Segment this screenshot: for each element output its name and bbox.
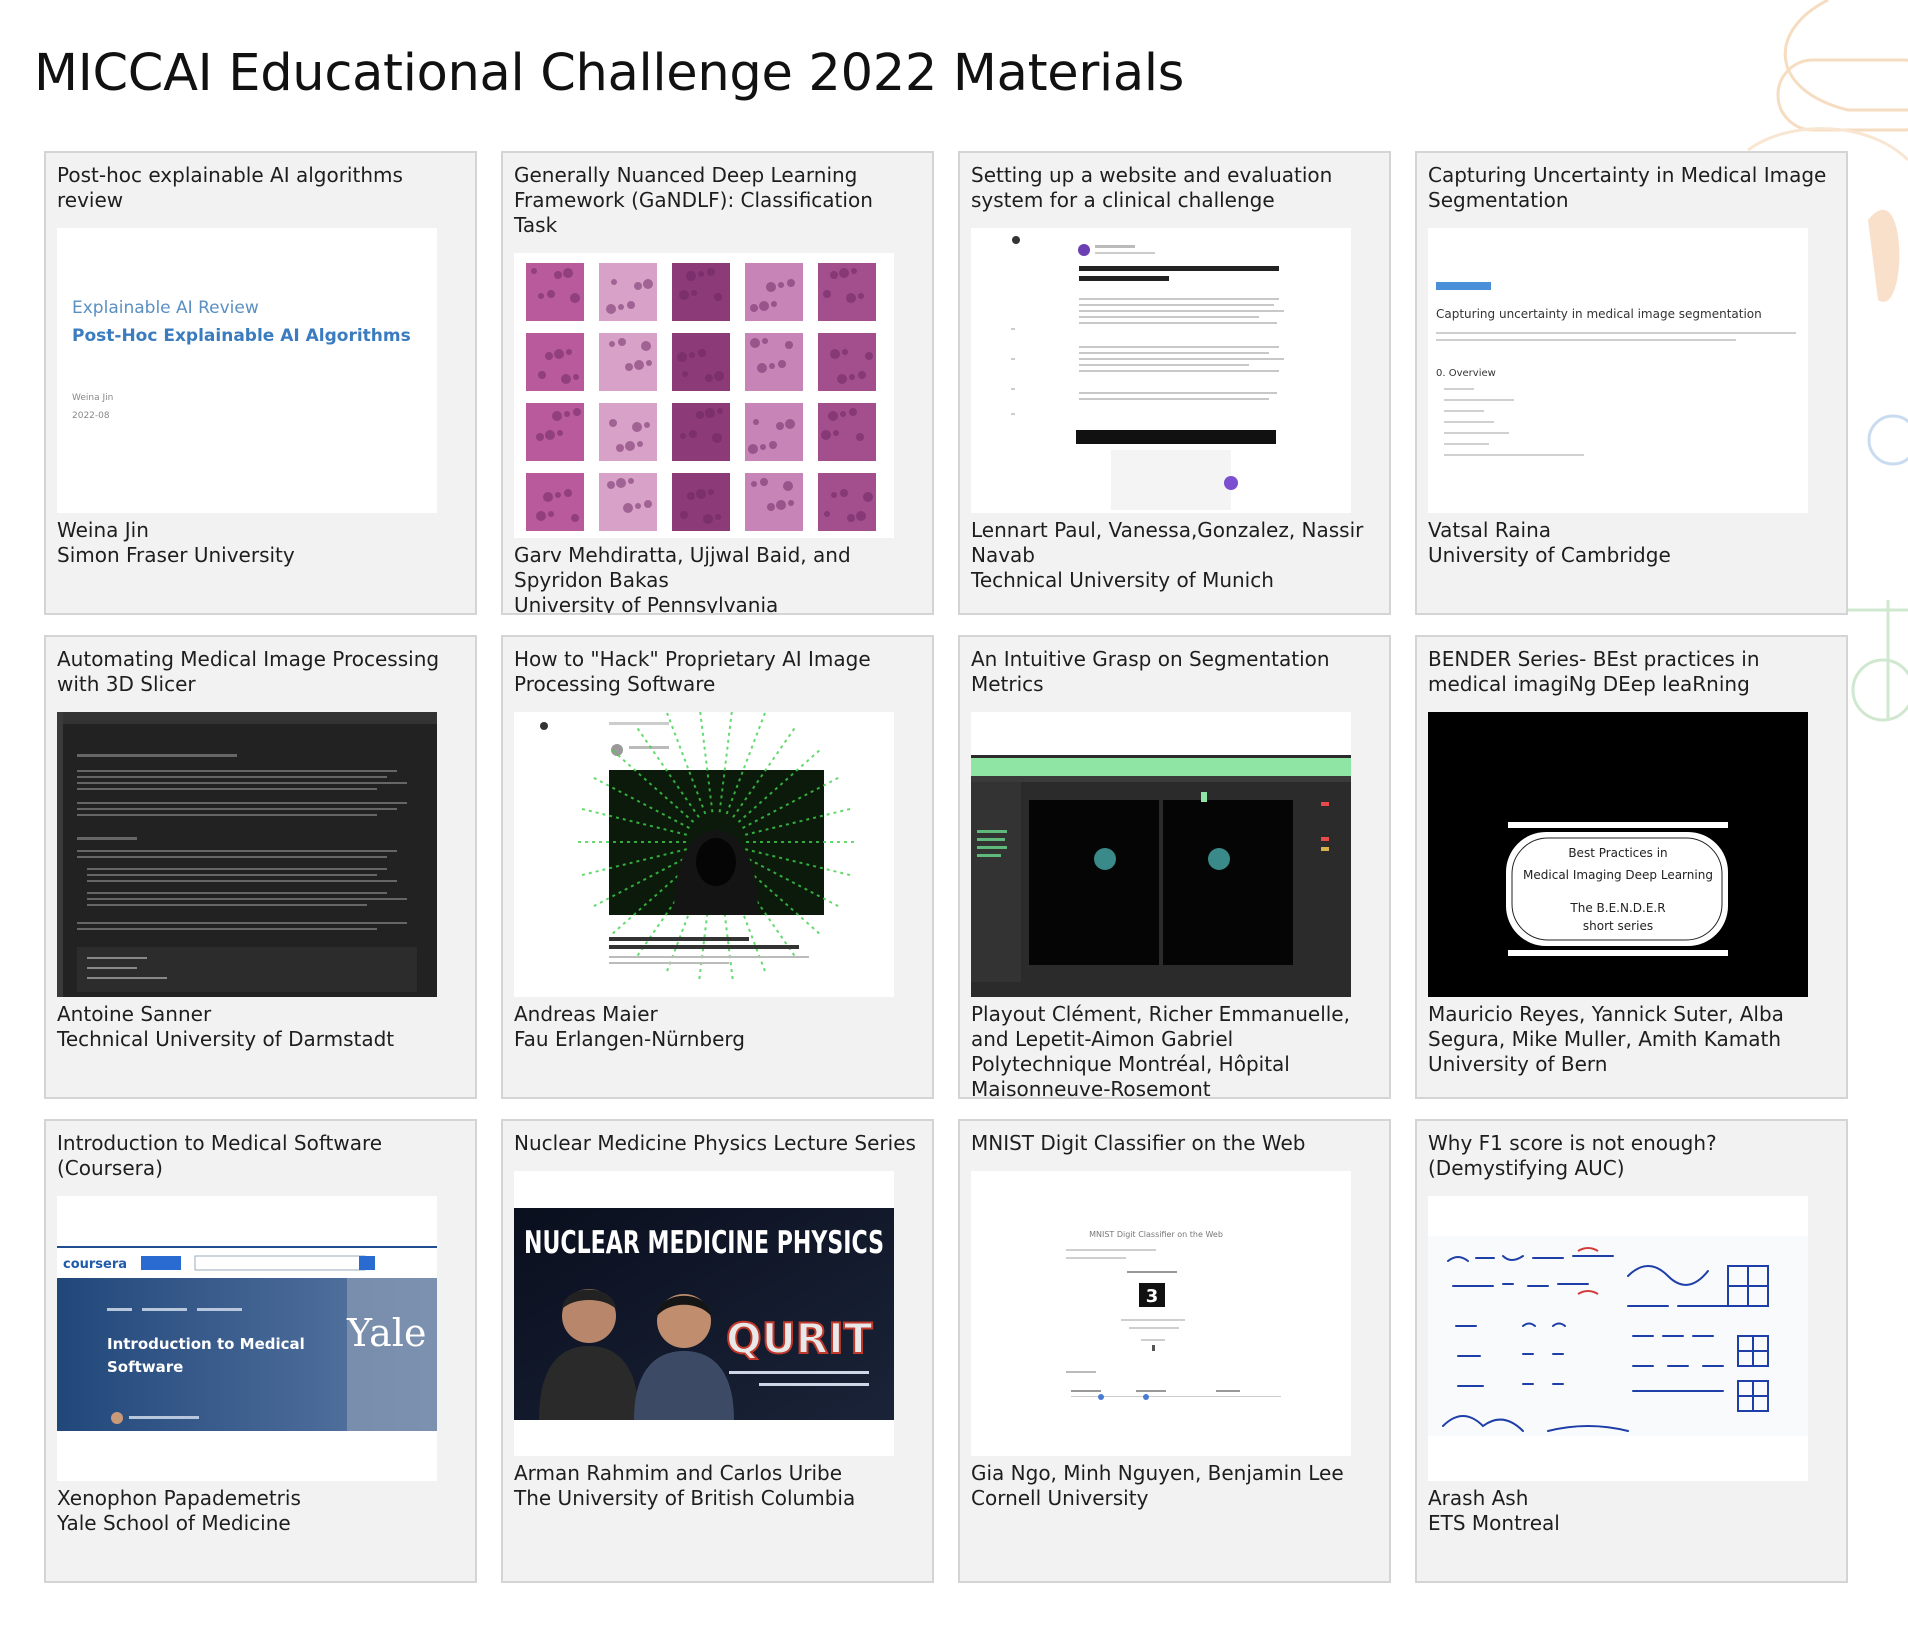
card-title[interactable]: Why F1 score is not enough? (Demystifyin… — [1428, 1131, 1835, 1181]
thumb-line1: MNIST Digit Classifier on the Web — [1089, 1230, 1223, 1239]
card-authors: Xenophon Papademetris — [57, 1486, 301, 1510]
thumb-line2: Medical Imaging Deep Learning — [1523, 868, 1713, 882]
thumb-line2: Post-Hoc Explainable AI Algorithms — [72, 326, 411, 346]
coursera-thumbnail[interactable]: coursera Yale Introduction to Medical So… — [57, 1196, 437, 1481]
materials-grid: Post-hoc explainable AI algorithms revie… — [44, 151, 1848, 1583]
material-card[interactable]: Setting up a website and evaluation syst… — [958, 151, 1391, 615]
thumb-line1: Capturing uncertainty in medical image s… — [1436, 307, 1762, 321]
card-authors: Arash Ash — [1428, 1486, 1529, 1510]
card-authors: Playout Clément, Richer Emmanuelle, and … — [971, 1002, 1350, 1051]
card-title[interactable]: An Intuitive Grasp on Segmentation Metri… — [971, 647, 1378, 697]
qurit-logo: QURIT — [726, 1314, 873, 1363]
card-title[interactable]: Nuclear Medicine Physics Lecture Series — [514, 1131, 921, 1156]
material-card[interactable]: Post-hoc explainable AI algorithms revie… — [44, 151, 477, 615]
card-authors: Arman Rahmim and Carlos Uribe — [514, 1461, 843, 1485]
card-affiliation: The University of British Columbia — [514, 1486, 856, 1510]
card-affiliation: Technical University of Munich — [971, 568, 1274, 592]
card-title[interactable]: BENDER Series- BEst practices in medical… — [1428, 647, 1835, 697]
material-card[interactable]: An Intuitive Grasp on Segmentation Metri… — [958, 635, 1391, 1099]
page-title: MICCAI Educational Challenge 2022 Materi… — [34, 44, 1184, 103]
card-authors: Lennart Paul, Vanessa,Gonzalez, Nassir N… — [971, 518, 1364, 567]
dark-notebook-thumbnail[interactable] — [57, 712, 437, 997]
card-affiliation: University of Pennsylvania — [514, 593, 779, 615]
whiteboard-thumbnail[interactable] — [1428, 1196, 1808, 1481]
card-title[interactable]: Setting up a website and evaluation syst… — [971, 163, 1378, 213]
thumb-line1: Best Practices in — [1568, 846, 1667, 860]
app-screenshot-thumbnail[interactable] — [971, 712, 1351, 997]
material-card[interactable]: Generally Nuanced Deep Learning Framewor… — [501, 151, 934, 615]
card-affiliation: Cornell University — [971, 1486, 1149, 1510]
thumb-line1: Explainable AI Review — [72, 298, 259, 318]
card-authors: Andreas Maier — [514, 1002, 658, 1026]
card-affiliation: University of Cambridge — [1428, 543, 1671, 567]
yale-logo: Yale — [346, 1311, 426, 1355]
card-authors: Weina Jin — [57, 518, 149, 542]
video-title-thumbnail[interactable]: Best Practices in Medical Imaging Deep L… — [1428, 712, 1808, 997]
card-affiliation: Polytechnique Montréal, Hôpital Maisonne… — [971, 1052, 1290, 1099]
card-authors: Mauricio Reyes, Yannick Suter, Alba Segu… — [1428, 1002, 1784, 1051]
material-card[interactable]: BENDER Series- BEst practices in medical… — [1415, 635, 1848, 1099]
card-affiliation: Yale School of Medicine — [57, 1511, 291, 1535]
card-affiliation: Technical University of Darmstadt — [57, 1027, 395, 1051]
material-card[interactable]: How to "Hack" Proprietary AI Image Proce… — [501, 635, 934, 1099]
material-card[interactable]: MNIST Digit Classifier on the Web MNIST … — [958, 1119, 1391, 1583]
thumb-meta2: short series — [1583, 919, 1653, 933]
blog-post-thumbnail[interactable] — [971, 228, 1351, 513]
slide-thumbnail[interactable]: Explainable AI Review Post-Hoc Explainab… — [57, 228, 437, 513]
thumb-meta1: The B.E.N.D.E.R — [1569, 901, 1665, 915]
web-app-thumbnail[interactable]: MNIST Digit Classifier on the Web 3 — [971, 1171, 1351, 1456]
thumb-line2: Software — [107, 1358, 183, 1376]
card-title[interactable]: Capturing Uncertainty in Medical Image S… — [1428, 163, 1835, 213]
mnist-digit: 3 — [1146, 1286, 1159, 1307]
material-card[interactable]: Automating Medical Image Processing with… — [44, 635, 477, 1099]
material-card[interactable]: Nuclear Medicine Physics Lecture Series … — [501, 1119, 934, 1583]
thumb-meta1: Weina Jin — [72, 393, 113, 403]
histology-grid-thumbnail[interactable] — [514, 253, 894, 538]
card-authors: Garv Mehdiratta, Ujjwal Baid, and Spyrid… — [514, 543, 851, 592]
card-authors: Gia Ngo, Minh Nguyen, Benjamin Lee — [971, 1461, 1344, 1485]
material-card[interactable]: Why F1 score is not enough? (Demystifyin… — [1415, 1119, 1848, 1583]
material-card[interactable]: Introduction to Medical Software (Course… — [44, 1119, 477, 1583]
hacker-blog-thumbnail[interactable] — [514, 712, 894, 997]
card-title[interactable]: Introduction to Medical Software (Course… — [57, 1131, 464, 1181]
card-title[interactable]: Generally Nuanced Deep Learning Framewor… — [514, 163, 921, 238]
document-thumbnail[interactable]: Capturing uncertainty in medical image s… — [1428, 228, 1808, 513]
card-affiliation: Fau Erlangen-Nürnberg — [514, 1027, 745, 1051]
thumb-meta2: 2022-08 — [72, 411, 110, 421]
coursera-logo: coursera — [63, 1257, 127, 1272]
thumb-line1: NUCLEAR MEDICINE PHYSICS — [524, 1225, 884, 1261]
card-affiliation: Simon Fraser University — [57, 543, 295, 567]
card-title[interactable]: Automating Medical Image Processing with… — [57, 647, 464, 697]
thumb-meta1: 0. Overview — [1436, 368, 1496, 379]
material-card[interactable]: Capturing Uncertainty in Medical Image S… — [1415, 151, 1848, 615]
card-affiliation: University of Bern — [1428, 1052, 1608, 1076]
card-title[interactable]: How to "Hack" Proprietary AI Image Proce… — [514, 647, 921, 697]
card-title[interactable]: MNIST Digit Classifier on the Web — [971, 1131, 1378, 1156]
card-authors: Antoine Sanner — [57, 1002, 212, 1026]
thumb-line1: Introduction to Medical — [107, 1335, 305, 1353]
card-authors: Vatsal Raina — [1428, 518, 1552, 542]
card-affiliation: ETS Montreal — [1428, 1511, 1560, 1535]
card-title[interactable]: Post-hoc explainable AI algorithms revie… — [57, 163, 464, 213]
lecture-banner-thumbnail[interactable]: NUCLEAR MEDICINE PHYSICS QURIT — [514, 1171, 894, 1456]
